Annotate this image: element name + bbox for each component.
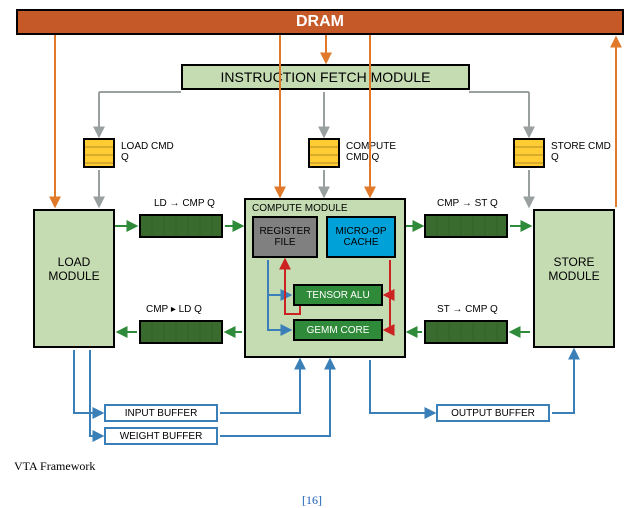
load-module: LOAD MODULE: [33, 209, 115, 348]
register-file-label: REGISTER FILE: [254, 226, 316, 248]
micro-op-cache-label: MICRO-OP CACHE: [328, 226, 394, 248]
tensor-alu-label: TENSOR ALU: [306, 290, 369, 301]
gemm-core-label: GEMM CORE: [307, 325, 370, 336]
input-buffer-label: INPUT BUFFER: [125, 408, 198, 419]
cmp-stq-label: CMP → ST Q: [437, 198, 498, 209]
ifm-label: INSTRUCTION FETCH MODULE: [221, 69, 431, 85]
ld-cmpq-label: LD → CMP Q: [154, 198, 215, 209]
cmp-ld-queue: [139, 320, 223, 344]
store-module-label: STORE MODULE: [535, 255, 613, 283]
weight-buffer-label: WEIGHT BUFFER: [120, 431, 203, 442]
compute-cmdq-label: COMPUTE CMD Q: [346, 141, 406, 163]
caption: VTA Framework: [14, 459, 95, 474]
micro-op-cache: MICRO-OP CACHE: [326, 216, 396, 258]
cmp-ldq-label: CMP ▸ LD Q: [146, 304, 202, 315]
store-module: STORE MODULE: [533, 209, 615, 348]
tensor-alu: TENSOR ALU: [293, 284, 383, 306]
output-buffer-label: OUTPUT BUFFER: [451, 408, 535, 419]
input-buffer: INPUT BUFFER: [104, 404, 218, 422]
dram-block: DRAM: [16, 9, 624, 35]
st-cmpq-label: ST → CMP Q: [437, 304, 498, 315]
register-file: REGISTER FILE: [252, 216, 318, 258]
compute-cmd-queue: [308, 138, 340, 168]
compute-module-label: COMPUTE MODULE: [252, 203, 348, 214]
load-module-label: LOAD MODULE: [35, 255, 113, 283]
store-cmdq-label: STORE CMD Q: [551, 141, 611, 163]
store-cmd-queue: [513, 138, 545, 168]
st-cmp-queue: [424, 320, 508, 344]
output-buffer: OUTPUT BUFFER: [436, 404, 550, 422]
instruction-fetch-module: INSTRUCTION FETCH MODULE: [181, 64, 470, 90]
load-cmd-queue: [83, 138, 115, 168]
cmp-st-queue: [424, 214, 508, 238]
ld-cmp-queue: [139, 214, 223, 238]
gemm-core: GEMM CORE: [293, 319, 383, 341]
dram-label: DRAM: [296, 13, 344, 31]
weight-buffer: WEIGHT BUFFER: [104, 427, 218, 445]
load-cmdq-label: LOAD CMD Q: [121, 141, 181, 163]
